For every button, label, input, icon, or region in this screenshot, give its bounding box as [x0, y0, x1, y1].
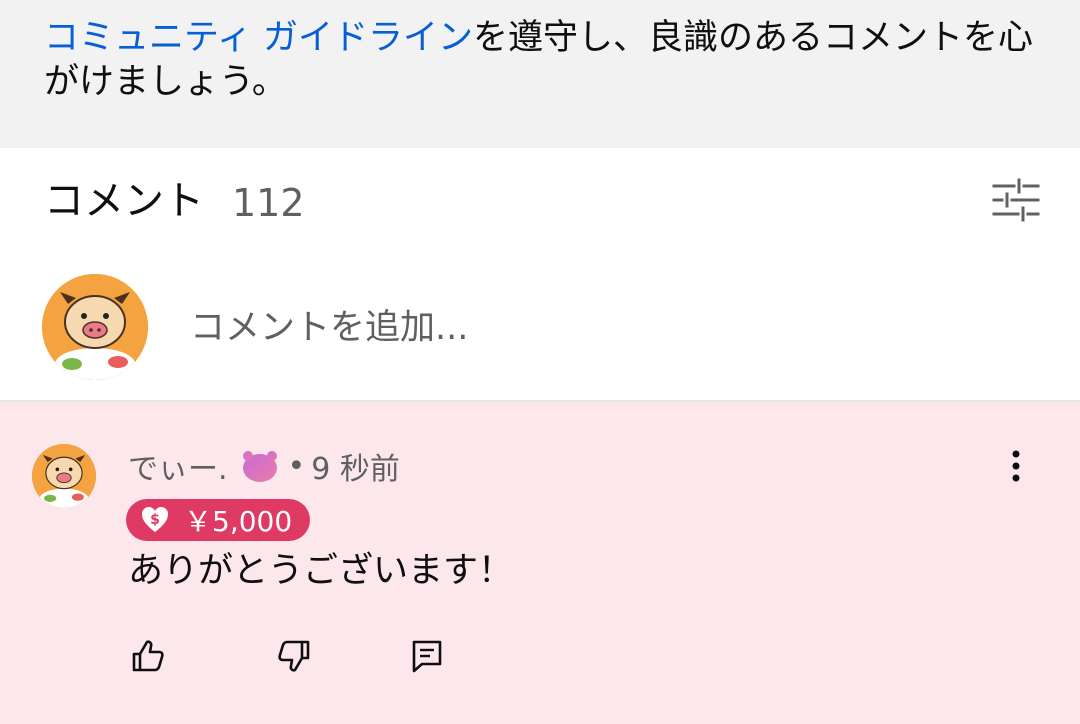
sort-button[interactable]	[988, 172, 1044, 228]
more-vertical-icon	[1012, 450, 1020, 482]
dislike-button[interactable]	[274, 636, 314, 676]
super-thanks-badge: $ ￥5,000	[126, 499, 311, 541]
guidelines-text: コミュニティ ガイドラインを遵守し、良識のあるコメントを心がけましょう。	[44, 16, 1044, 104]
comment-author-avatar[interactable]	[32, 444, 96, 508]
super-thanks-icon: $	[142, 507, 168, 532]
comment-meta: でぃー. • 9 秒前	[128, 444, 400, 488]
comment-timestamp: 9 秒前	[311, 452, 400, 487]
svg-text:$: $	[150, 512, 160, 528]
community-guidelines-link[interactable]: コミュニティ ガイドライン	[44, 18, 473, 58]
reply-icon	[412, 640, 442, 673]
member-badge-icon	[242, 451, 277, 482]
reply-button[interactable]	[408, 636, 448, 676]
pig-avatar-icon	[32, 444, 96, 508]
guidelines-notice: コミュニティ ガイドラインを遵守し、良識のあるコメントを心がけましょう。	[0, 0, 1080, 148]
user-avatar	[42, 274, 148, 380]
sort-sliders-icon	[992, 178, 1040, 222]
super-thanks-amount: ￥5,000	[184, 505, 293, 538]
like-button[interactable]	[128, 636, 168, 676]
pig-avatar-icon	[42, 274, 148, 380]
meta-separator: •	[287, 448, 306, 484]
thumbs-up-icon	[132, 640, 164, 672]
comments-title: コメント	[44, 178, 204, 224]
add-comment-input[interactable]: コメントを追加...	[190, 306, 468, 350]
comments-count: 112	[232, 181, 305, 225]
comment-author-name[interactable]: でぃー.	[128, 444, 228, 488]
comment-text: ありがとうございます！	[128, 551, 514, 591]
thumbs-down-icon	[278, 640, 310, 672]
comment-more-button[interactable]	[1000, 446, 1032, 486]
